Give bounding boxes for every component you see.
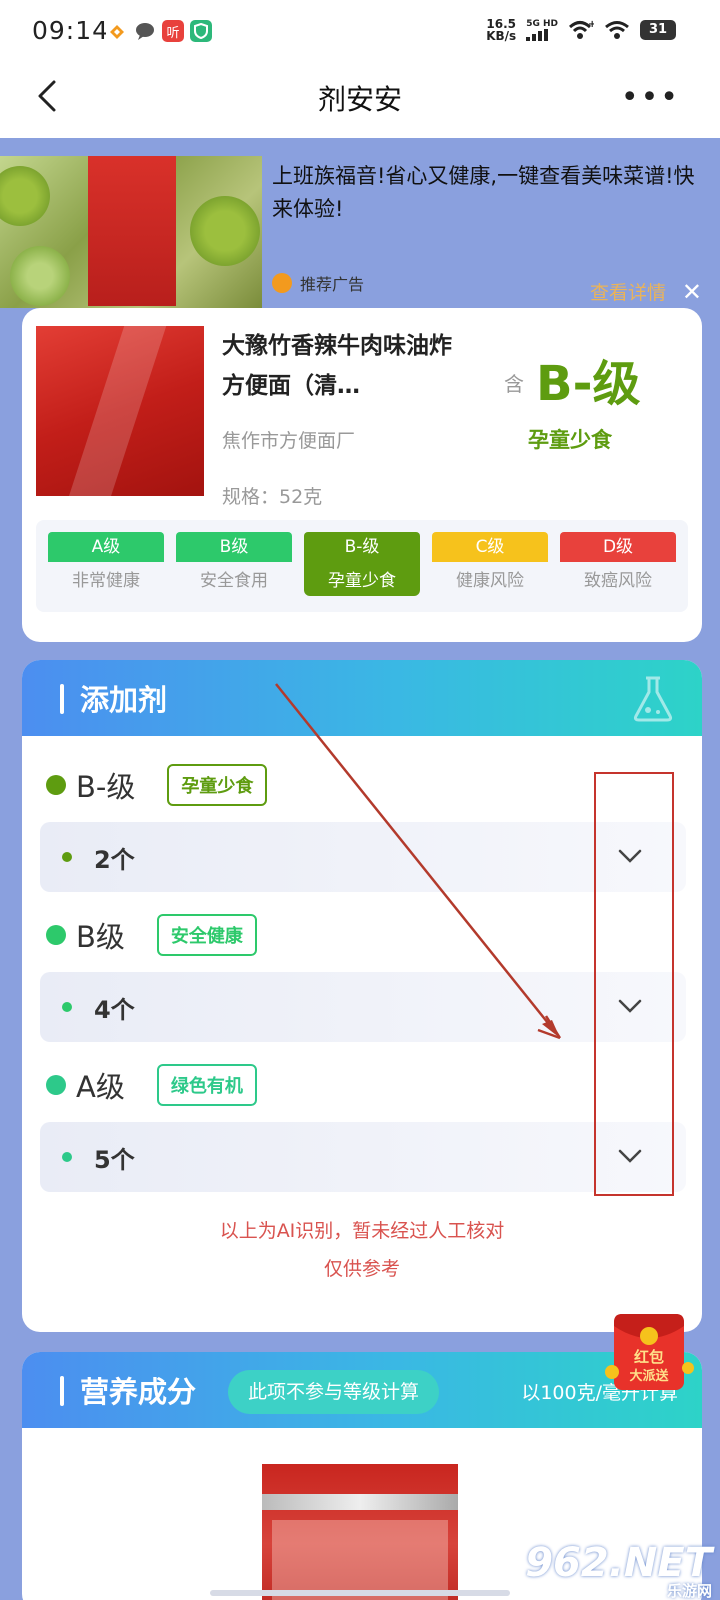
ad-tag: 推荐广告 (272, 271, 364, 295)
red-packet-text-bottom: 大派送 (629, 1368, 669, 1384)
nutrition-note-pill: 此项不参与等级计算 (228, 1370, 440, 1414)
signal-icon (526, 29, 549, 41)
status-bar: 09:14 听 16.5 KB/s 5G HD + 31 (0, 0, 720, 62)
scale-item-a: A级 非常健康 (48, 532, 164, 612)
ad-image-plate (190, 196, 260, 266)
additive-count: 5个 (94, 1146, 135, 1174)
page-title: 剂安安 (317, 83, 402, 116)
ingredient-label (272, 1520, 448, 1600)
ad-image[interactable] (0, 156, 262, 308)
top-nav-bar: 剂安安 ••• (0, 62, 720, 138)
ai-note-line1: 以上为AI识别，暂未经过人工核对 (219, 1220, 505, 1242)
grade-name: A级 (76, 1070, 125, 1104)
nutrition-title: 营养成分 (80, 1375, 197, 1409)
ai-note-line2: 仅供参考 (323, 1258, 400, 1280)
scale-label: C级 (432, 532, 548, 562)
network-5g: 5G HD (526, 19, 558, 41)
additive-count-row[interactable]: 4个 (40, 972, 686, 1042)
scale-label: B级 (176, 532, 292, 562)
header-accent-bar (60, 1376, 64, 1406)
site-watermark: 962.NET 乐游网 (525, 1540, 712, 1600)
wifi-plus-icon: + (568, 19, 594, 39)
product-grade: B-级 (536, 356, 641, 412)
ad-source-icon (272, 273, 292, 293)
huawei-health-icon (106, 20, 128, 42)
ad-text[interactable]: 上班族福音!省心又健康,一键查看美味菜谱!快来体验! (272, 160, 712, 226)
scale-desc: 安全食用 (200, 571, 268, 591)
product-image[interactable] (36, 326, 204, 496)
additive-count: 4个 (94, 996, 135, 1024)
grade-name: B-级 (76, 770, 136, 804)
ad-detail-link[interactable]: 查看详情 (590, 278, 666, 305)
package-seal (262, 1494, 458, 1510)
network-speed: 16.5 KB/s (486, 18, 516, 42)
product-image-sheen (62, 326, 170, 496)
scale-item-d: D级 致癌风险 (560, 532, 676, 612)
additives-card: 添加剂 B-级 孕童少食 2个 B级 安全健康 4个 A级 绿色有机 5个 以上… (22, 660, 702, 1332)
count-dot (62, 1002, 72, 1012)
message-icon (134, 20, 156, 42)
scale-desc: 非常健康 (72, 571, 140, 591)
annotation-highlight-box (594, 772, 674, 1196)
home-indicator[interactable] (210, 1590, 510, 1596)
ad-close-icon[interactable]: ✕ (682, 278, 702, 306)
additives-header: 添加剂 (22, 660, 702, 736)
grade-dot (46, 775, 66, 795)
shield-app-icon (190, 20, 212, 42)
speed-unit: KB/s (486, 29, 517, 43)
additive-grade-row: A级 绿色有机 (46, 1064, 257, 1106)
scale-item-b-minus: B-级 孕童少食 (304, 532, 420, 596)
product-maker: 焦作市方便面厂 (222, 430, 356, 452)
additive-count: 2个 (94, 846, 135, 874)
ad-tag-label: 推荐广告 (300, 275, 365, 294)
grade-tag: 绿色有机 (156, 1064, 257, 1106)
grade-tag: 孕童少食 (167, 764, 268, 806)
scale-label: B-级 (304, 532, 420, 562)
wifi-icon (605, 21, 629, 39)
red-packet-button[interactable]: 红包 大派送 (604, 1306, 696, 1398)
additive-count-row[interactable]: 5个 (40, 1122, 686, 1192)
product-spec: 规格：52克 (222, 486, 323, 508)
ting-icon: 听 (162, 20, 184, 42)
additive-grade-row: B-级 孕童少食 (46, 764, 268, 806)
grade-tag: 安全健康 (156, 914, 257, 956)
ad-image-plate (0, 166, 50, 226)
grade-dot (46, 925, 66, 945)
ad-image-package (88, 156, 176, 306)
ad-image-plate (10, 246, 70, 306)
header-accent-bar (60, 684, 64, 714)
scale-label: D级 (560, 532, 676, 562)
scale-desc: 健康风险 (456, 571, 524, 591)
svg-text:+: + (588, 19, 594, 30)
grade-name: B级 (76, 920, 125, 954)
grade-scale: A级 非常健康 B级 安全食用 B-级 孕童少食 C级 健康风险 D级 致癌风险 (36, 520, 688, 612)
product-card: 大豫竹香辣牛肉味油炸方便面（清… 焦作市方便面厂 规格：52克 含 B-级 孕童… (22, 308, 702, 642)
scale-desc: 致癌风险 (584, 571, 652, 591)
flask-icon (633, 676, 673, 722)
product-name: 大豫竹香辣牛肉味油炸方便面（清… (222, 333, 452, 399)
status-time: 09:14 (32, 16, 110, 45)
network-label: 5G HD (526, 19, 558, 29)
count-dot (62, 1152, 72, 1162)
scale-item-c: C级 健康风险 (432, 532, 548, 612)
red-packet-text-top: 红包 (634, 1348, 664, 1366)
scale-label: A级 (48, 532, 164, 562)
status-app-icons: 听 (106, 20, 212, 42)
battery-indicator: 31 (640, 20, 676, 40)
grade-dot (46, 1075, 66, 1095)
count-dot (62, 852, 72, 862)
additives-title: 添加剂 (80, 683, 168, 717)
scale-item-b: B级 安全食用 (176, 532, 292, 612)
nutrition-label-image[interactable] (262, 1464, 458, 1600)
scale-desc: 孕童少食 (328, 571, 396, 591)
product-grade-desc: 孕童少食 (528, 428, 612, 452)
red-packet-icon: 红包 大派送 (605, 1314, 694, 1390)
additive-count-row[interactable]: 2个 (40, 822, 686, 892)
more-menu-button[interactable]: ••• (621, 80, 680, 115)
contains-label: 含 (504, 372, 524, 396)
ad-banner[interactable]: 上班族福音!省心又健康,一键查看美味菜谱!快来体验! 推荐广告 查看详情 ✕ (0, 138, 720, 308)
status-right: 16.5 KB/s 5G HD + 31 (486, 18, 676, 42)
additive-grade-row: B级 安全健康 (46, 914, 257, 956)
